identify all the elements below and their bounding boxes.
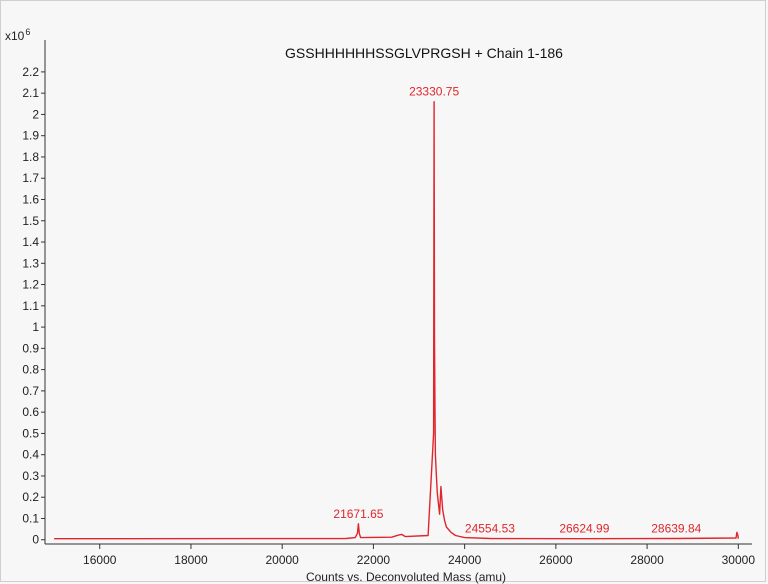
y-tick-label: 1.8 <box>22 150 39 164</box>
y-multiplier-label: x106 <box>5 27 30 43</box>
y-tick-label: 0.3 <box>22 469 39 483</box>
y-tick-label: 1.7 <box>22 171 39 185</box>
y-tick-label: 2.2 <box>22 65 39 79</box>
y-tick-label: 1.2 <box>22 278 39 292</box>
peak-label: 24554.53 <box>465 521 515 535</box>
y-tick-label: 1.3 <box>22 256 39 270</box>
y-tick-label: 0 <box>32 533 39 547</box>
x-tick-label: 24000 <box>448 553 482 567</box>
series-layer <box>54 100 739 540</box>
y-tick-label: 0.9 <box>22 341 39 355</box>
y-multiplier-exponent: 6 <box>25 27 30 37</box>
y-tick-label: 2.1 <box>22 86 39 100</box>
y-tick-label: 1.1 <box>22 299 39 313</box>
y-tick-label: 1.4 <box>22 235 39 249</box>
y-tick-label: 1.9 <box>22 129 39 143</box>
y-tick-label: 1.5 <box>22 214 39 228</box>
chart-title: GSSHHHHHHSSGLVPRGSH + Chain 1-186 <box>285 45 563 61</box>
y-tick-label: 0.8 <box>22 363 39 377</box>
peak-label: 21671.65 <box>333 507 383 521</box>
x-tick-label: 16000 <box>83 553 117 567</box>
x-tick-label: 22000 <box>357 553 391 567</box>
x-tick-label: 30000 <box>722 553 756 567</box>
x-axis: 16000 18000 20000 22000 24000 26000 28000 30000 <box>45 543 756 567</box>
y-tick-label: 1 <box>32 320 39 334</box>
peak-label: 28639.84 <box>651 521 701 535</box>
x-axis-title: Counts vs. Deconvoluted Mass (amu) <box>306 570 506 584</box>
y-tick-label: 0.5 <box>22 426 39 440</box>
y-tick-label: 0.4 <box>22 448 39 462</box>
mass-spectrum-chart: GSSHHHHHHSSGLVPRGSH + Chain 1-186 x106 0… <box>5 27 756 584</box>
y-tick-label: 0.2 <box>22 490 39 504</box>
y-multiplier-base: x10 <box>5 29 25 43</box>
spectrum-series-line <box>54 100 739 540</box>
y-tick-label: 1.6 <box>22 192 39 206</box>
peak-label: 26624.99 <box>559 522 609 536</box>
x-tick-label: 26000 <box>539 553 573 567</box>
x-tick-label: 18000 <box>174 553 208 567</box>
annotation-layer: 21671.65 23330.75 24554.53 26624.99 28639.84 <box>333 85 701 536</box>
y-tick-label: 0.6 <box>22 405 39 419</box>
peak-label: 23330.75 <box>409 85 459 99</box>
y-tick-label: 2 <box>32 107 39 121</box>
y-tick-label: 0.1 <box>22 511 39 525</box>
y-axis: 0 0.1 0.2 0.3 0.4 0.5 0.6 0.7 0.8 0.9 1 1.1 1.2 1.3 1.… <box>22 40 46 547</box>
x-tick-label: 28000 <box>630 553 664 567</box>
y-tick-label: 0.7 <box>22 384 39 398</box>
x-tick-label: 20000 <box>265 553 299 567</box>
